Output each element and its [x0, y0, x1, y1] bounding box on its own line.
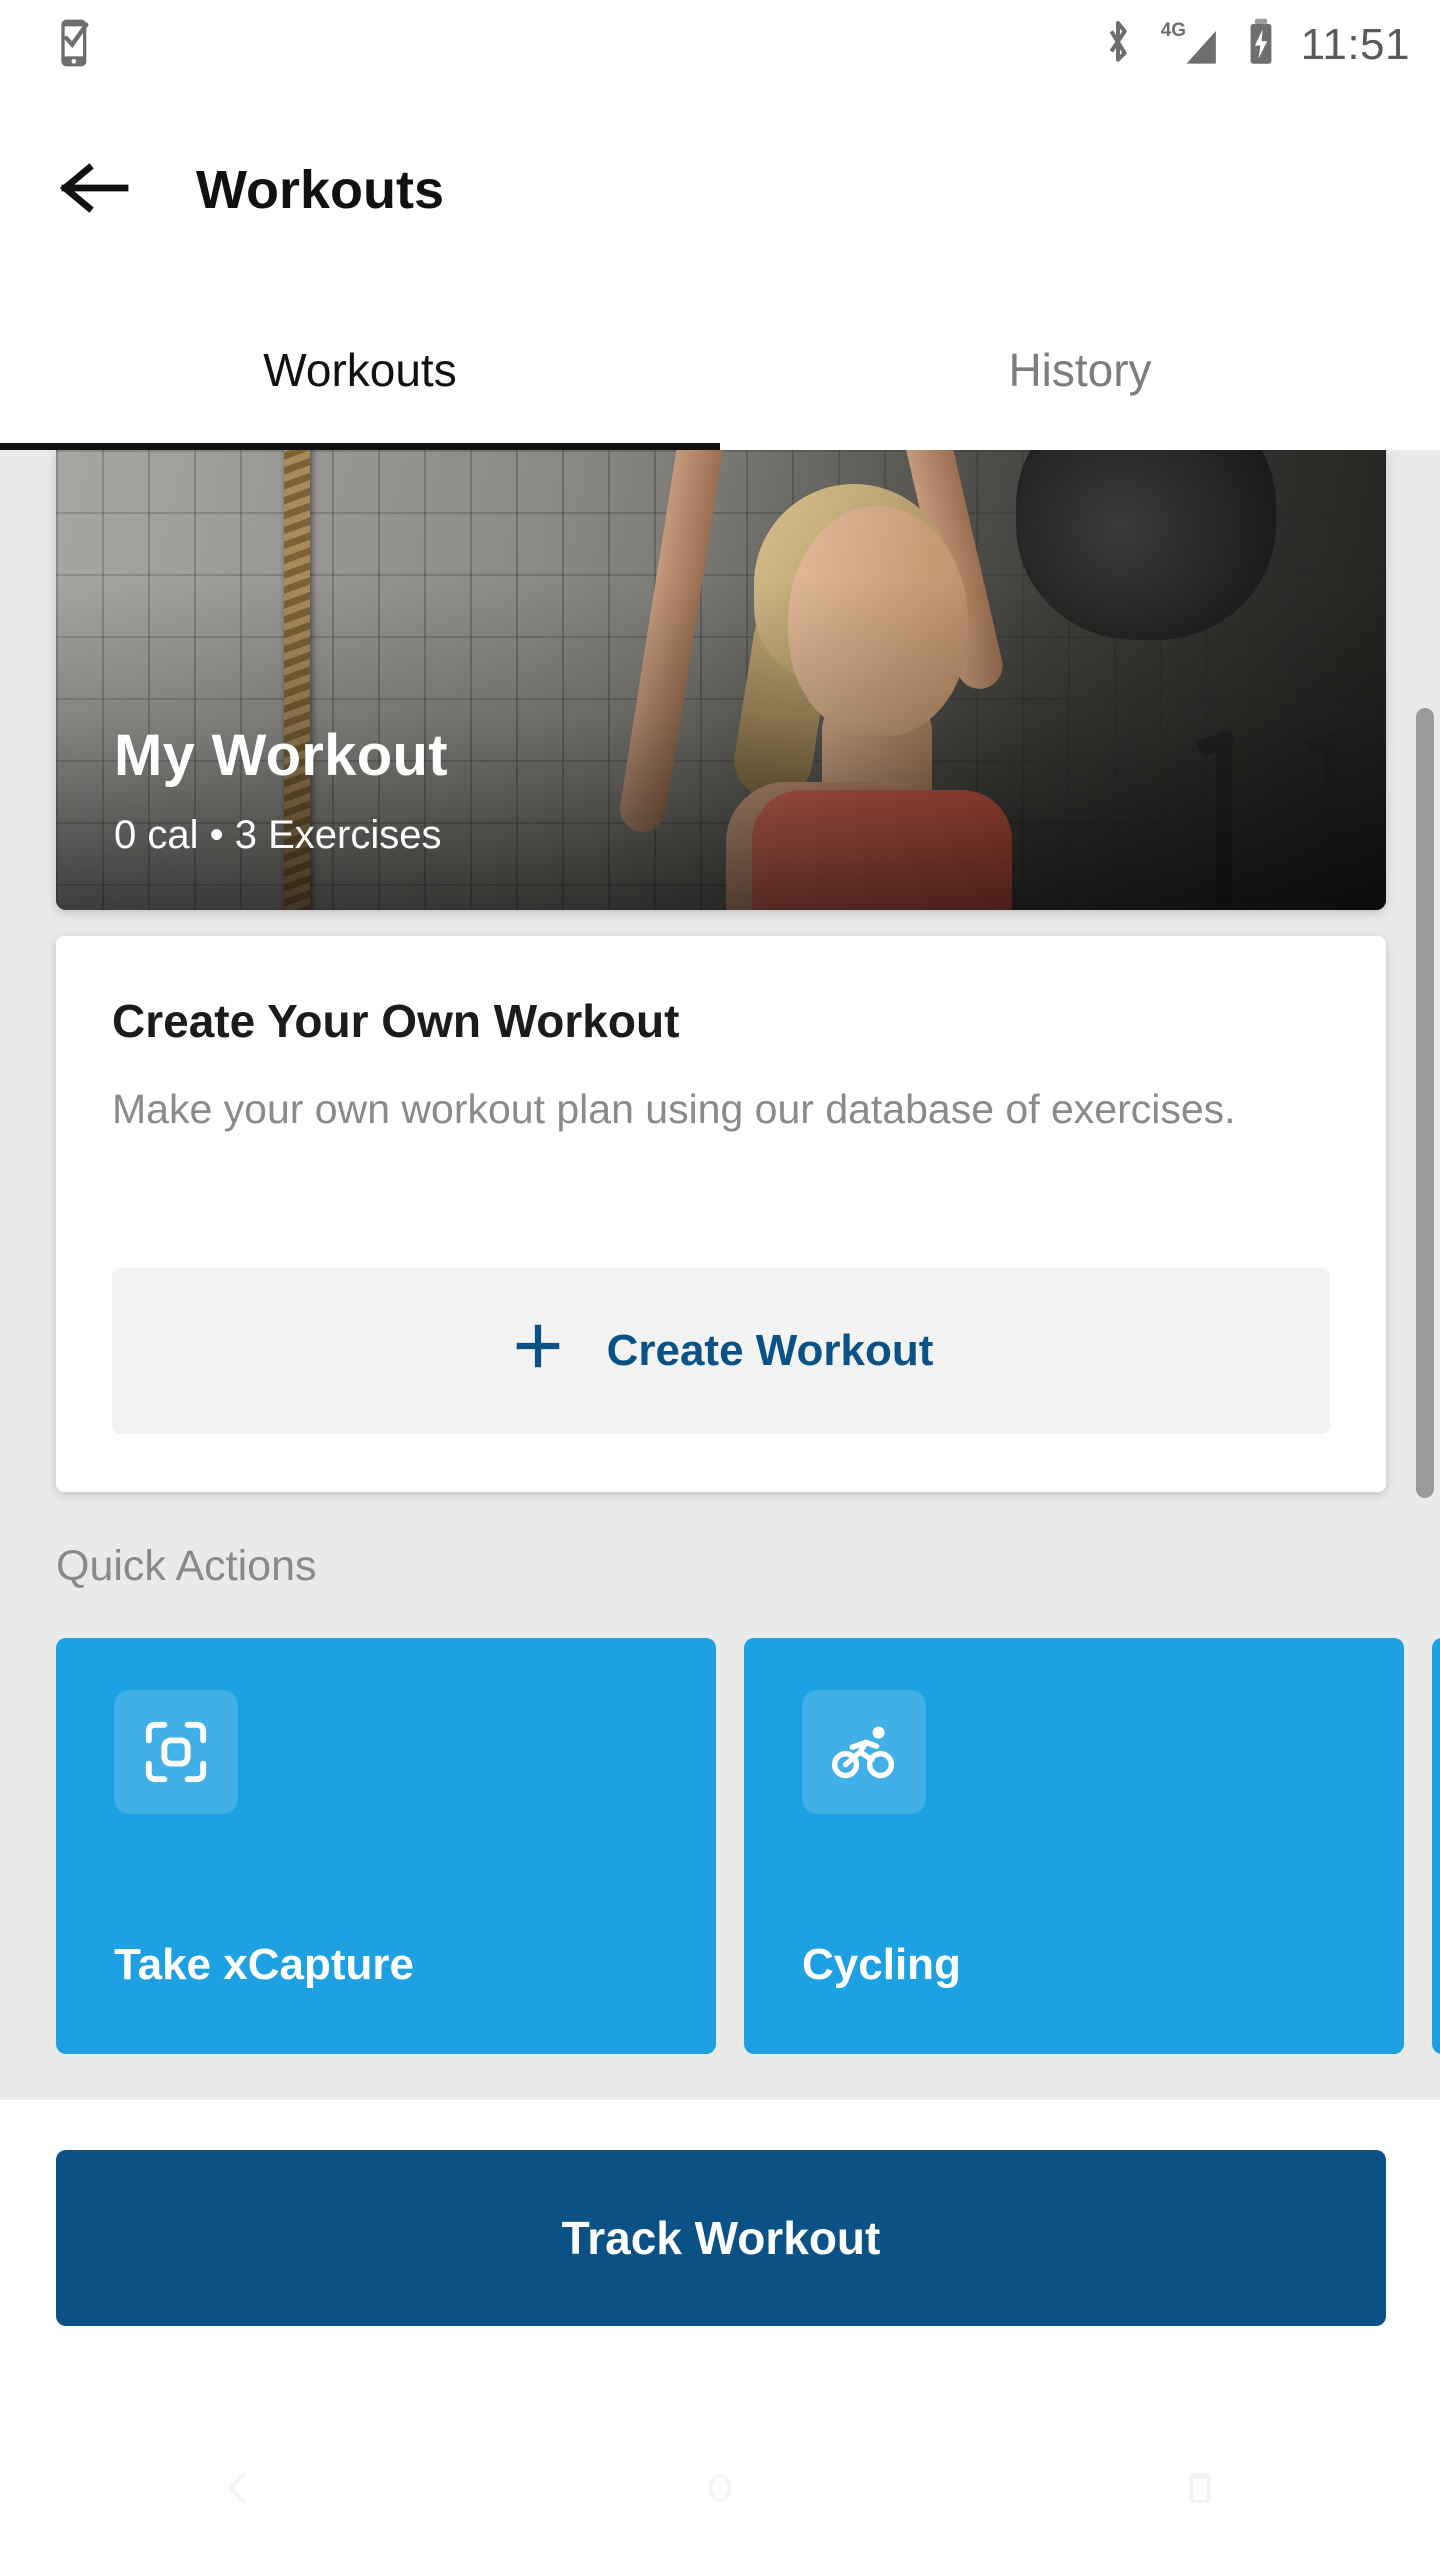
scan-capture-icon: [114, 1690, 238, 1814]
create-workout-title: Create Your Own Workout: [112, 995, 680, 1047]
quick-action-take-xcapture[interactable]: Take xCapture: [56, 1638, 716, 2054]
quick-action-label: Cycling: [802, 1940, 961, 1989]
hero-subtitle: 0 cal • 3 Exercises: [114, 813, 442, 857]
app-screen: 4G 11:51 Workouts Workouts History My Wo…: [0, 0, 1440, 2560]
tab-bar: Workouts History: [0, 290, 1440, 450]
tab-history-label: History: [1008, 344, 1152, 396]
app-bar: Workouts: [0, 90, 1440, 290]
create-workout-button[interactable]: Create Workout: [112, 1268, 1330, 1434]
battery-charging-icon: [1245, 17, 1277, 74]
my-workout-card[interactable]: My Workout 0 cal • 3 Exercises: [56, 450, 1386, 910]
svg-text:4G: 4G: [1160, 20, 1185, 41]
status-bar-right-icons: 4G 11:51: [1101, 17, 1410, 74]
cycling-icon: [802, 1690, 926, 1814]
quick-action-next-partial[interactable]: [1432, 1638, 1440, 2054]
plus-icon: [509, 1317, 567, 1385]
create-workout-button-label: Create Workout: [606, 1326, 934, 1375]
track-workout-button-label: Track Workout: [561, 2212, 881, 2264]
create-workout-description: Make your own workout plan using our dat…: [112, 1086, 1236, 1132]
nav-recents-button[interactable]: [960, 2465, 1440, 2516]
tab-history[interactable]: History: [720, 290, 1440, 450]
nav-recents-icon: [1177, 2465, 1223, 2516]
quick-action-cycling[interactable]: Cycling: [744, 1638, 1404, 2054]
nav-back-icon: [217, 2465, 263, 2516]
bluetooth-icon: [1101, 18, 1135, 73]
android-navigation-bar: [0, 2420, 1440, 2560]
tab-workouts[interactable]: Workouts: [0, 290, 720, 450]
create-workout-card: Create Your Own Workout Make your own wo…: [56, 936, 1386, 1492]
back-button[interactable]: [40, 160, 150, 221]
bottom-action-bar: Track Workout: [0, 2100, 1440, 2420]
tab-workouts-label: Workouts: [263, 344, 457, 396]
hero-text-block: My Workout 0 cal • 3 Exercises: [114, 722, 448, 858]
phone-check-icon: [58, 17, 98, 74]
quick-action-label: Take xCapture: [114, 1940, 414, 1989]
nav-home-button[interactable]: [480, 2465, 960, 2516]
vertical-scrollbar[interactable]: [1416, 708, 1434, 1498]
status-bar-clock: 11:51: [1300, 20, 1410, 69]
nav-home-icon: [697, 2465, 743, 2516]
hero-title: My Workout: [114, 723, 448, 788]
status-bar: 4G 11:51: [0, 0, 1440, 90]
quick-actions-heading: Quick Actions: [56, 1542, 317, 1590]
track-workout-button[interactable]: Track Workout: [56, 2150, 1386, 2326]
quick-actions-row[interactable]: Take xCapture Cycling: [56, 1638, 1440, 2054]
nav-back-button[interactable]: [0, 2465, 480, 2516]
network-4g-icon: 4G: [1159, 17, 1221, 74]
page-title: Workouts: [196, 160, 445, 220]
arrow-left-icon: [59, 160, 131, 221]
scroll-content[interactable]: My Workout 0 cal • 3 Exercises Create Yo…: [0, 450, 1440, 2100]
status-bar-left-icons: [58, 17, 98, 74]
